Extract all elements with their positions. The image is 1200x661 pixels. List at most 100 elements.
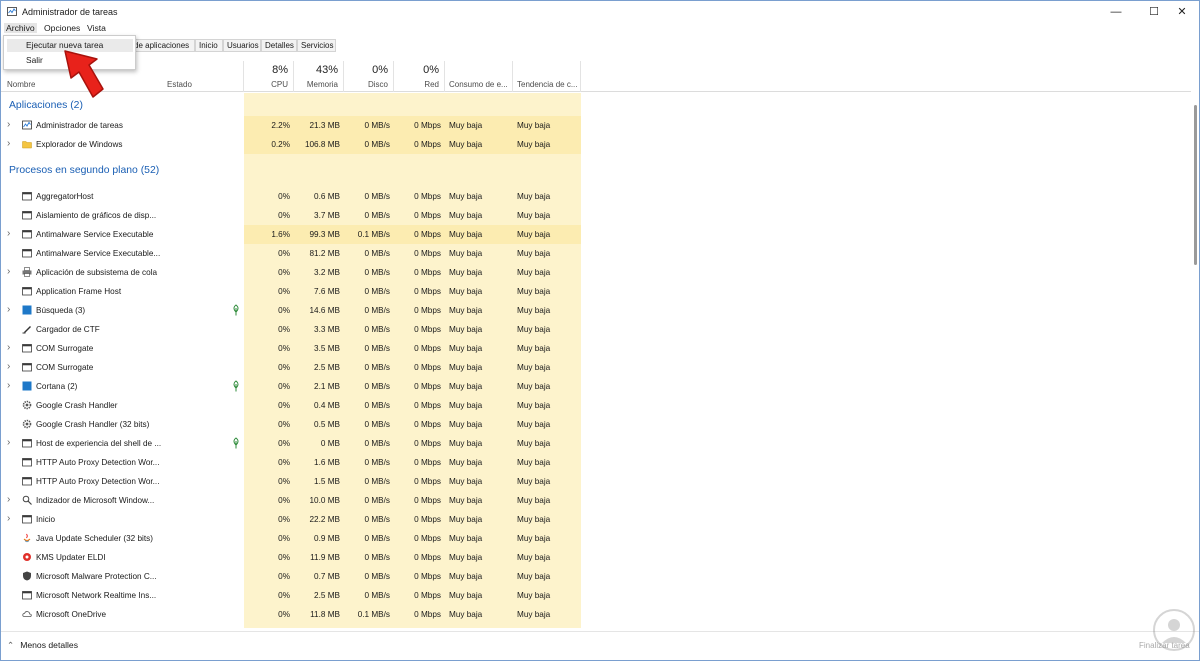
chevron-right-icon[interactable]: › (7, 301, 13, 320)
menu-vista[interactable]: Vista (85, 23, 108, 33)
disk-total: 0% (372, 64, 388, 76)
memory-total: 43% (315, 64, 338, 76)
process-power: Muy baja (449, 496, 483, 505)
col-power-trend[interactable]: Tendencia de c... (513, 61, 581, 92)
process-row[interactable]: Microsoft OneDrive 0% 11.8 MB 0.1 MB/s 0 Mbp… (1, 605, 1191, 624)
apps-section-row[interactable]: Aplicaciones (2) (1, 96, 1191, 115)
process-row[interactable]: Google Crash Handler (32 bits) 0% 0.5 MB 0 … (1, 415, 1191, 434)
process-mem: 7.6 MB (314, 287, 340, 296)
chevron-right-icon[interactable]: › (7, 491, 13, 510)
process-power-trend: Muy baja (517, 572, 551, 581)
app-window-icon (22, 515, 32, 524)
chevron-right-icon[interactable]: › (7, 225, 13, 244)
process-net: 0 Mbps (414, 230, 441, 239)
process-power: Muy baja (449, 439, 483, 448)
process-name: Google Crash Handler (32 bits) (36, 420, 150, 429)
process-cpu: 0% (278, 515, 290, 524)
chevron-right-icon[interactable]: › (7, 135, 13, 154)
process-name: Google Crash Handler (36, 401, 118, 410)
app-window-icon (22, 458, 32, 467)
col-disk[interactable]: 0% Disco (344, 61, 394, 92)
process-cpu: 0% (278, 553, 290, 562)
process-power: Muy baja (449, 382, 483, 391)
process-net: 0 Mbps (414, 591, 441, 600)
process-name: HTTP Auto Proxy Detection Wor... (36, 458, 160, 467)
process-mem: 0 MB (320, 439, 340, 448)
tab-apps-history[interactable]: de aplicaciones (130, 39, 195, 52)
process-name: Búsqueda (3) (36, 306, 86, 315)
tab-servicios[interactable]: Servicios (297, 39, 336, 52)
process-row[interactable]: › Host de experiencia del shell de ... 0% 0… (1, 434, 1191, 453)
process-power: Muy baja (449, 192, 483, 201)
process-row[interactable]: HTTP Auto Proxy Detection Wor... 0% 1.6 MB… (1, 453, 1191, 472)
process-row[interactable]: › Búsqueda (3) 0% 14.6 MB 0 MB/s 0 Mbps Muy ba… (1, 301, 1191, 320)
tab-usuarios[interactable]: Usuarios (223, 39, 261, 52)
col-memory[interactable]: 43% Memoria (294, 61, 344, 92)
process-power: Muy baja (449, 306, 483, 315)
process-net: 0 Mbps (414, 420, 441, 429)
process-power-trend: Muy baja (517, 553, 551, 562)
chevron-up-icon: ⌃ (7, 640, 15, 650)
process-cpu: 0% (278, 249, 290, 258)
process-row[interactable]: Java Update Scheduler (32 bits) 0% 0.9 MB 0… (1, 529, 1191, 548)
process-disk: 0 MB/s (364, 192, 390, 201)
process-power-trend: Muy baja (517, 591, 551, 600)
task-manager-window: Administrador de tareas — ☐ ✕ Archivo Op… (0, 0, 1200, 661)
col-cpu[interactable]: 8% CPU (244, 61, 294, 92)
process-row[interactable]: › Aplicación de subsistema de cola 0% 3.2 M… (1, 263, 1191, 282)
process-row[interactable]: KMS Updater ELDI 0% 11.9 MB 0 MB/s 0 Mbps Muy… (1, 548, 1191, 567)
chevron-right-icon[interactable]: › (7, 358, 13, 377)
process-cpu: 0.2% (271, 140, 290, 149)
process-row[interactable]: Microsoft Malware Protection C... 0% 0.7 M… (1, 567, 1191, 586)
minimize-button[interactable]: — (1097, 1, 1135, 22)
menu-opciones[interactable]: Opciones (42, 23, 82, 33)
process-row[interactable]: Antimalware Service Executable... 0% 81.2 … (1, 244, 1191, 263)
process-cpu: 0% (278, 572, 290, 581)
scrollbar-thumb[interactable] (1194, 105, 1197, 265)
process-row[interactable]: › Cortana (2) 0% 2.1 MB 0 MB/s 0 Mbps Muy baja… (1, 377, 1191, 396)
process-cpu: 0% (278, 477, 290, 486)
chevron-right-icon[interactable]: › (7, 263, 13, 282)
process-row[interactable]: Google Crash Handler 0% 0.4 MB 0 MB/s 0 Mbps… (1, 396, 1191, 415)
col-power[interactable]: Consumo de e... (445, 61, 513, 92)
process-disk: 0 MB/s (364, 572, 390, 581)
process-row[interactable]: › Administrador de tareas 2.2% 21.3 MB 0 MB/… (1, 116, 1191, 135)
process-row[interactable]: › Explorador de Windows 0.2% 106.8 MB 0 MB/s… (1, 135, 1191, 154)
process-net: 0 Mbps (414, 344, 441, 353)
chevron-right-icon[interactable]: › (7, 377, 13, 396)
process-row[interactable]: Cargador de CTF 0% 3.3 MB 0 MB/s 0 Mbps Muy b… (1, 320, 1191, 339)
close-button[interactable]: ✕ (1163, 1, 1200, 22)
process-row[interactable]: Aislamiento de gráficos de disp... 0% 3.7 … (1, 206, 1191, 225)
process-mem: 3.7 MB (314, 211, 340, 220)
process-row[interactable]: Microsoft Network Realtime Ins... 0% 2.5 M… (1, 586, 1191, 605)
process-mem: 11.8 MB (310, 610, 340, 619)
less-details-button[interactable]: ⌃ Menos detalles (7, 640, 78, 651)
chevron-right-icon[interactable]: › (7, 339, 13, 358)
process-row[interactable]: › COM Surrogate 0% 2.5 MB 0 MB/s 0 Mbps Muy ba… (1, 358, 1191, 377)
col-network[interactable]: 0% Red (394, 61, 445, 92)
process-row[interactable]: Application Frame Host 0% 7.6 MB 0 MB/s 0 Mb… (1, 282, 1191, 301)
process-row[interactable]: HTTP Auto Proxy Detection Wor... 0% 1.5 MB… (1, 472, 1191, 491)
process-cpu: 0% (278, 458, 290, 467)
process-row[interactable]: › COM Surrogate 0% 3.5 MB 0 MB/s 0 Mbps Muy ba… (1, 339, 1191, 358)
process-net: 0 Mbps (414, 268, 441, 277)
menu-archivo[interactable]: Archivo (4, 23, 37, 33)
process-row[interactable]: › Inicio 0% 22.2 MB 0 MB/s 0 Mbps Muy baja Muy … (1, 510, 1191, 529)
process-mem: 1.5 MB (314, 477, 340, 486)
chevron-right-icon[interactable]: › (7, 510, 13, 529)
blue-tile-icon (22, 305, 32, 315)
vertical-scrollbar[interactable] (1191, 93, 1200, 628)
process-name: Java Update Scheduler (32 bits) (36, 534, 153, 543)
col-status[interactable]: Estado (163, 61, 244, 92)
background-section-row[interactable]: Procesos en segundo plano (52) (1, 161, 1191, 180)
process-row[interactable]: › Indizador de Microsoft Window... 0% 10.0 … (1, 491, 1191, 510)
process-row[interactable]: AggregatorHost 0% 0.6 MB 0 MB/s 0 Mbps Muy ba… (1, 187, 1191, 206)
process-name: Inicio (36, 515, 56, 524)
process-row[interactable]: › Antimalware Service Executable 1.6% 99.3 … (1, 225, 1191, 244)
chevron-right-icon[interactable]: › (7, 434, 13, 453)
process-power: Muy baja (449, 515, 483, 524)
tab-detalles[interactable]: Detalles (261, 39, 297, 52)
process-net: 0 Mbps (414, 287, 441, 296)
tab-inicio[interactable]: Inicio (195, 39, 223, 52)
chevron-right-icon[interactable]: › (7, 116, 13, 135)
